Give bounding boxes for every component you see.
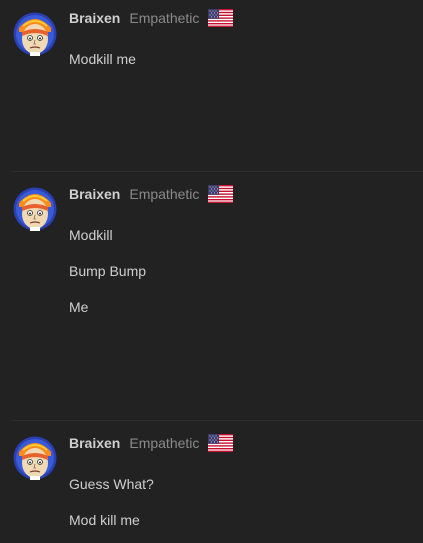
post: Braixen Empathetic <box>0 420 423 543</box>
user-title: Empathetic <box>129 435 200 451</box>
avatar[interactable] <box>13 436 57 480</box>
us-flag-icon <box>208 9 234 27</box>
post: Braixen Empathetic <box>0 0 423 171</box>
username[interactable]: Braixen <box>69 435 120 451</box>
message-text: Mod kill me <box>69 512 140 528</box>
user-title: Empathetic <box>129 10 200 26</box>
message-text: Guess What? <box>69 476 154 492</box>
post-header: Braixen Empathetic <box>69 7 234 29</box>
avatar[interactable] <box>13 12 57 56</box>
post-divider <box>12 420 423 421</box>
user-title: Empathetic <box>129 186 200 202</box>
avatar-cartoon-face-icon <box>13 187 57 231</box>
message-feed: Braixen Empathetic Modkill me Braixen Em… <box>0 0 423 543</box>
avatar-cartoon-face-icon <box>13 436 57 480</box>
post: Braixen Empathetic <box>0 171 423 420</box>
message-text: Modkill me <box>69 51 136 67</box>
message-text: Me <box>69 299 89 315</box>
username[interactable]: Braixen <box>69 186 120 202</box>
post-header: Braixen Empathetic <box>69 183 234 205</box>
message-text: Bump Bump <box>69 263 147 279</box>
post-header: Braixen Empathetic <box>69 432 234 454</box>
avatar-cartoon-face-icon <box>13 12 57 56</box>
us-flag-icon <box>208 185 234 203</box>
us-flag-icon <box>208 434 234 452</box>
message-text: Modkill <box>69 227 113 243</box>
avatar[interactable] <box>13 187 57 231</box>
post-divider <box>12 171 423 172</box>
username[interactable]: Braixen <box>69 10 120 26</box>
